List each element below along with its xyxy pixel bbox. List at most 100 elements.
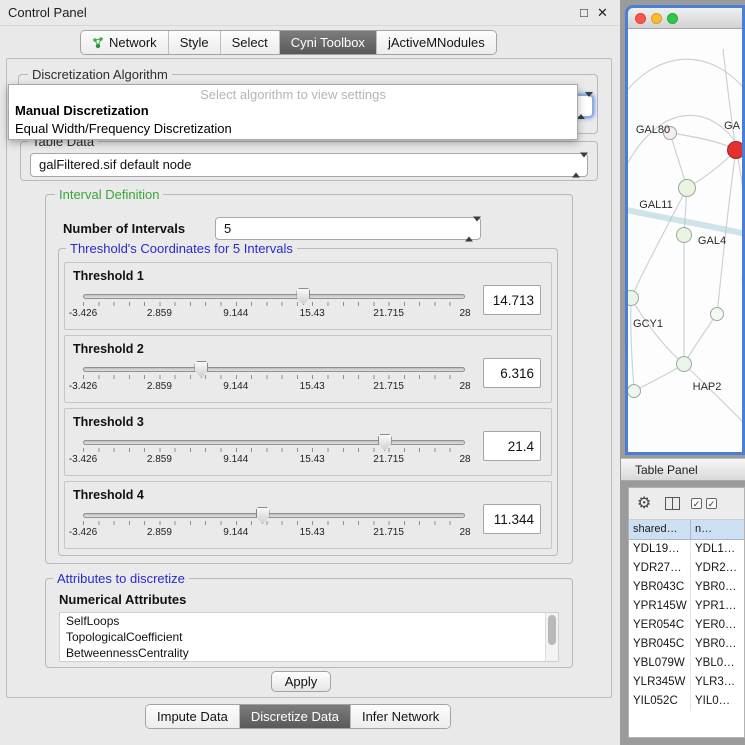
tab-network[interactable]: Network	[81, 31, 168, 54]
slider-scale-label: 28	[459, 308, 470, 319]
spinner-icon	[577, 97, 585, 115]
network-node[interactable]	[727, 141, 742, 159]
checkbox-icon-2[interactable]: ✓	[706, 498, 717, 509]
network-node-label: GAL80	[636, 124, 670, 136]
tab-style[interactable]: Style	[168, 31, 220, 54]
algorithm-option-equal-width[interactable]: Equal Width/Frequency Discretization	[15, 121, 232, 136]
tab-infer-network[interactable]: Infer Network	[350, 705, 450, 728]
scrollbar-thumb[interactable]	[548, 615, 556, 645]
table-row[interactable]: YIL052CYIL0…	[629, 692, 744, 711]
threshold-slider[interactable]: -3.4262.8599.14415.4321.71528	[83, 362, 465, 398]
column-header-name[interactable]: n…	[691, 520, 744, 539]
slider-track[interactable]	[83, 440, 465, 445]
table-row[interactable]: YLR345WYLR3…	[629, 673, 744, 692]
tab-impute-data[interactable]: Impute Data	[146, 705, 239, 728]
checkbox-icon-1[interactable]: ✓	[691, 498, 702, 509]
slider-scale-label: -3.426	[69, 527, 97, 538]
threshold-slider[interactable]: -3.4262.8599.14415.4321.71528	[83, 435, 465, 471]
threshold-box: Threshold 3-3.4262.8599.14415.4321.71528	[64, 408, 552, 476]
slider-scale-label: 15.43	[300, 527, 325, 538]
tab-jactivemnodules-label: jActiveMNodules	[388, 31, 485, 54]
algorithm-option-manual[interactable]: Manual Discretization	[15, 103, 149, 118]
tab-discretize-data[interactable]: Discretize Data	[239, 705, 350, 728]
table-data-combobox[interactable]: galFiltered.sif default node	[30, 153, 588, 177]
threshold-value-field[interactable]	[483, 504, 541, 534]
tab-discretize-data-label: Discretize Data	[251, 705, 339, 728]
column-view-icon[interactable]	[665, 497, 680, 510]
slider-scale-label: 21.715	[373, 381, 404, 392]
table-row[interactable]: YBR045CYBR0…	[629, 635, 744, 654]
tab-style-label: Style	[180, 31, 209, 54]
table-cell-shared-name: YER054C	[629, 616, 691, 635]
threshold-slider[interactable]: -3.4262.8599.14415.4321.71528	[83, 289, 465, 325]
numerical-attributes-list[interactable]: SelfLoopsTopologicalCoefficientBetweenne…	[59, 612, 559, 662]
network-node[interactable]	[676, 356, 692, 372]
table-row[interactable]: YER054CYER0…	[629, 616, 744, 635]
threshold-value-field[interactable]	[483, 358, 541, 388]
algorithm-placeholder-option[interactable]: Select algorithm to view settings	[9, 87, 577, 102]
float-window-icon[interactable]: □	[580, 0, 588, 26]
threshold-label: Threshold 1	[73, 269, 144, 283]
table-row[interactable]: YDL19…YDL1…	[629, 540, 744, 559]
slider-scale-label: 2.859	[147, 308, 172, 319]
control-panel-tabs: Network Style Select Cyni Toolbox jActiv…	[80, 30, 497, 55]
thresholds-container: Threshold 1 -3.4262.8599.14415.4321.71528…	[64, 262, 552, 554]
table-toolbar: ⚙ ✓ ✓	[629, 488, 744, 520]
close-traffic-light[interactable]	[635, 13, 646, 24]
slider-ticks	[83, 521, 465, 525]
threshold-slider[interactable]: -3.4262.8599.14415.4321.71528	[83, 508, 465, 544]
table-cell-name: YIL0…	[691, 692, 744, 711]
column-header-shared-name[interactable]: shared…	[629, 520, 691, 539]
slider-scale: -3.4262.8599.14415.4321.71528	[83, 454, 465, 466]
tab-cyni-toolbox-label: Cyni Toolbox	[291, 31, 365, 54]
slider-track[interactable]	[83, 367, 465, 372]
threshold-box: Threshold 2-3.4262.8599.14415.4321.71528	[64, 335, 552, 403]
table-row[interactable]: YBR043CYBR0…	[629, 578, 744, 597]
table-panel-header[interactable]: Table Panel	[621, 458, 745, 481]
network-node[interactable]	[710, 307, 724, 321]
spinner-icon	[465, 221, 473, 236]
table-row[interactable]: YPR145WYPR1…	[629, 597, 744, 616]
zoom-traffic-light[interactable]	[667, 13, 678, 24]
attribute-list-item[interactable]: SelfLoops	[60, 613, 558, 629]
slider-track[interactable]	[83, 294, 465, 299]
table-cell-shared-name: YDL19…	[629, 540, 691, 559]
network-node[interactable]	[678, 179, 696, 197]
slider-scale-label: -3.426	[69, 454, 97, 465]
network-node[interactable]	[676, 227, 692, 243]
attribute-list-item[interactable]: TopologicalCoefficient	[60, 629, 558, 645]
table-row[interactable]: YBL079WYBL0…	[629, 654, 744, 673]
table-panel-title: Table Panel	[635, 459, 698, 481]
tab-jactivemnodules[interactable]: jActiveMNodules	[376, 31, 496, 54]
minimize-traffic-light[interactable]	[651, 13, 662, 24]
tab-select[interactable]: Select	[220, 31, 279, 54]
network-node-label: GCY1	[633, 318, 663, 330]
attribute-list-item[interactable]: BetweennessCentrality	[60, 645, 558, 661]
slider-ticks	[83, 448, 465, 452]
threshold-value-field[interactable]	[483, 285, 541, 315]
number-of-intervals-value: 5	[224, 218, 231, 240]
window-title: Control Panel	[8, 0, 87, 26]
number-of-intervals-combobox[interactable]: 5	[215, 217, 481, 240]
network-view-window: GA GAL80GAL11GAL4GCY1HAP2	[625, 5, 745, 455]
network-node-label: HAP2	[693, 381, 722, 393]
tab-impute-data-label: Impute Data	[157, 705, 228, 728]
node-table-body: YDL19…YDL1…YDR27…YDR2…YBR043CYBR0…YPR145…	[629, 540, 744, 711]
network-canvas[interactable]: GA GAL80GAL11GAL4GCY1HAP2	[628, 29, 742, 452]
apply-button[interactable]: Apply	[271, 671, 331, 692]
spinner-icon	[572, 158, 580, 173]
table-row[interactable]: YDR27…YDR2…	[629, 559, 744, 578]
tab-cyni-toolbox[interactable]: Cyni Toolbox	[279, 31, 376, 54]
slider-scale-label: 21.715	[373, 527, 404, 538]
close-icon[interactable]: ✕	[597, 0, 608, 26]
slider-scale-label: 28	[459, 454, 470, 465]
network-node-label: GAL11	[639, 199, 672, 211]
attributes-group-title: Attributes to discretize	[53, 571, 189, 586]
gear-icon[interactable]: ⚙	[637, 493, 651, 513]
attributes-scrollbar[interactable]	[545, 613, 558, 661]
table-cell-name: YDR2…	[691, 559, 744, 578]
slider-track[interactable]	[83, 513, 465, 518]
network-node-label: GAL4	[698, 235, 726, 247]
slider-ticks	[83, 302, 465, 306]
threshold-value-field[interactable]	[483, 431, 541, 461]
